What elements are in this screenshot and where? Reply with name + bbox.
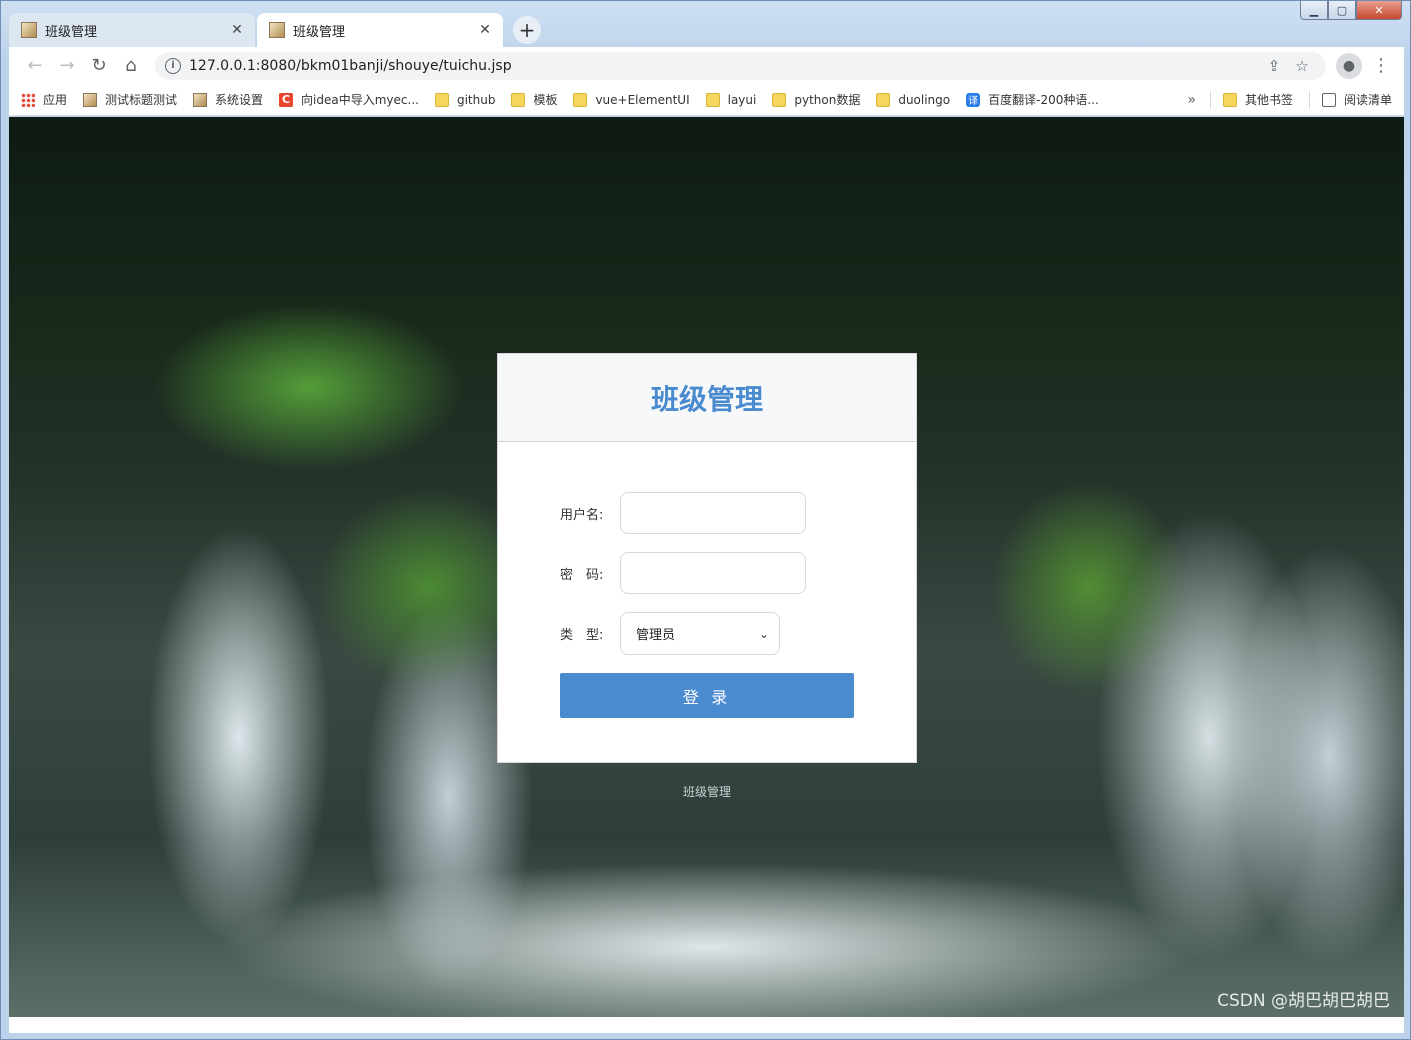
folder-icon — [1222, 92, 1237, 107]
bookmark-folder[interactable]: duolingo — [876, 92, 951, 107]
csdn-icon: C — [279, 92, 294, 107]
username-row: 用户名: — [560, 492, 916, 534]
tab-title: 班级管理 — [45, 24, 98, 40]
page-favicon-icon — [21, 22, 37, 38]
type-select[interactable]: 管理员 ⌄ — [620, 612, 780, 655]
tab-2[interactable]: 班级管理 ✕ — [257, 13, 503, 47]
username-label: 用户名: — [560, 507, 604, 523]
footer-text: 班级管理 — [682, 785, 731, 799]
login-panel: 班级管理 用户名: 密 码: 类 型: 管理员 ⌄ 登 录 — [497, 353, 917, 763]
login-title: 班级管理 — [498, 354, 916, 442]
bookmark-folder[interactable]: layui — [705, 92, 757, 107]
bookmark-star-icon[interactable]: ☆ — [1288, 57, 1316, 75]
profile-avatar-icon[interactable]: ● — [1336, 52, 1362, 79]
bookmark-label: layui — [727, 92, 757, 107]
type-row: 类 型: 管理员 ⌄ — [560, 612, 916, 655]
bookmark-item[interactable]: 译 百度翻译-200种语... — [966, 91, 1099, 108]
apps-grid-icon — [21, 92, 35, 107]
bookmarks-separator — [1209, 90, 1211, 109]
bookmark-folder[interactable]: github — [434, 92, 496, 107]
folder-icon — [511, 92, 526, 107]
bookmark-item[interactable]: C 向idea中导入myec... — [279, 91, 419, 108]
site-info-icon[interactable]: i — [165, 57, 181, 74]
share-icon[interactable]: ⇪ — [1260, 57, 1288, 75]
browser-window: ▁ ▢ ✕ 班级管理 ✕ 班级管理 ✕ + ← → ↻ ⌂ i 127.0.0.… — [0, 0, 1411, 1040]
folder-icon — [772, 92, 787, 107]
folder-icon — [705, 92, 720, 107]
window-bottom-edge — [9, 1017, 1404, 1033]
folder-icon — [434, 92, 449, 107]
page-icon — [83, 92, 98, 107]
tab-title: 班级管理 — [293, 24, 346, 40]
bookmarks-overflow-icon[interactable]: » — [1187, 92, 1196, 108]
tab-close-icon[interactable]: ✕ — [477, 22, 493, 38]
page-viewport: 班级管理 用户名: 密 码: 类 型: 管理员 ⌄ 登 录 班级管理 CSDN … — [9, 117, 1404, 1017]
page-icon — [193, 92, 208, 107]
bookmark-label: 系统设置 — [215, 93, 264, 107]
login-button[interactable]: 登 录 — [560, 673, 854, 718]
bookmark-label: 其他书签 — [1244, 93, 1293, 107]
minimize-icon[interactable]: ▁ — [1300, 1, 1328, 20]
bookmark-label: 模板 — [533, 93, 558, 107]
bookmark-item[interactable]: 系统设置 — [193, 91, 263, 108]
reload-icon[interactable]: ↻ — [83, 51, 115, 81]
bookmarks-separator — [1308, 90, 1310, 109]
password-label: 密 码: — [560, 567, 604, 583]
bookmark-item[interactable]: 测试标题测试 — [83, 91, 177, 108]
bookmark-apps[interactable]: 应用 — [21, 91, 67, 108]
tab-close-icon[interactable]: ✕ — [229, 22, 245, 38]
tab-1[interactable]: 班级管理 ✕ — [9, 13, 255, 47]
bookmark-label: 百度翻译-200种语... — [988, 93, 1099, 107]
back-icon[interactable]: ← — [19, 51, 51, 81]
page-favicon-icon — [269, 22, 285, 38]
window-controls: ▁ ▢ ✕ — [1300, 1, 1402, 21]
bookmark-other[interactable]: 其他书签 — [1222, 91, 1293, 108]
window-close-icon[interactable]: ✕ — [1356, 1, 1402, 20]
bookmark-label: 应用 — [43, 93, 68, 107]
forward-icon[interactable]: → — [51, 51, 83, 81]
bookmark-label: 阅读清单 — [1343, 93, 1392, 107]
bookmark-label: 向idea中导入myec... — [301, 93, 419, 107]
type-select-value: 管理员 — [636, 628, 676, 643]
bookmark-label: github — [456, 92, 496, 107]
browser-toolbar: ← → ↻ ⌂ i 127.0.0.1:8080/bkm01banji/shou… — [9, 47, 1404, 84]
bookmark-folder[interactable]: vue+ElementUI — [573, 92, 690, 107]
reading-list-icon — [1321, 92, 1336, 107]
type-label: 类 型: — [560, 628, 604, 643]
folder-icon — [876, 92, 891, 107]
watermark: CSDN @胡巴胡巴胡巴 — [1217, 991, 1390, 1011]
url-text: 127.0.0.1:8080/bkm01banji/shouye/tuichu.… — [189, 57, 512, 74]
bookmark-label: 测试标题测试 — [105, 93, 178, 107]
bookmark-label: python数据 — [794, 93, 861, 107]
reading-list[interactable]: 阅读清单 — [1321, 91, 1392, 108]
folder-icon — [573, 92, 588, 107]
home-icon[interactable]: ⌂ — [115, 51, 147, 81]
new-tab-icon[interactable]: + — [513, 16, 541, 44]
bookmark-label: vue+ElementUI — [595, 92, 690, 107]
bookmark-folder[interactable]: python数据 — [772, 91, 860, 108]
tab-strip: 班级管理 ✕ 班级管理 ✕ + — [9, 13, 541, 47]
maximize-icon[interactable]: ▢ — [1328, 1, 1356, 20]
username-input[interactable] — [620, 492, 806, 534]
login-form: 用户名: 密 码: 类 型: 管理员 ⌄ 登 录 — [498, 442, 916, 718]
chevron-down-icon: ⌄ — [758, 626, 769, 641]
menu-dots-icon[interactable]: ⋮ — [1368, 55, 1394, 76]
address-bar[interactable]: i 127.0.0.1:8080/bkm01banji/shouye/tuich… — [155, 51, 1326, 80]
bookmark-label: duolingo — [898, 92, 951, 107]
bookmark-folder[interactable]: 模板 — [511, 91, 557, 108]
bookmarks-bar: 应用 测试标题测试 系统设置 C 向idea中导入myec... github … — [9, 84, 1404, 116]
password-row: 密 码: — [560, 552, 916, 594]
translate-icon: 译 — [966, 92, 981, 107]
password-input[interactable] — [620, 552, 806, 594]
